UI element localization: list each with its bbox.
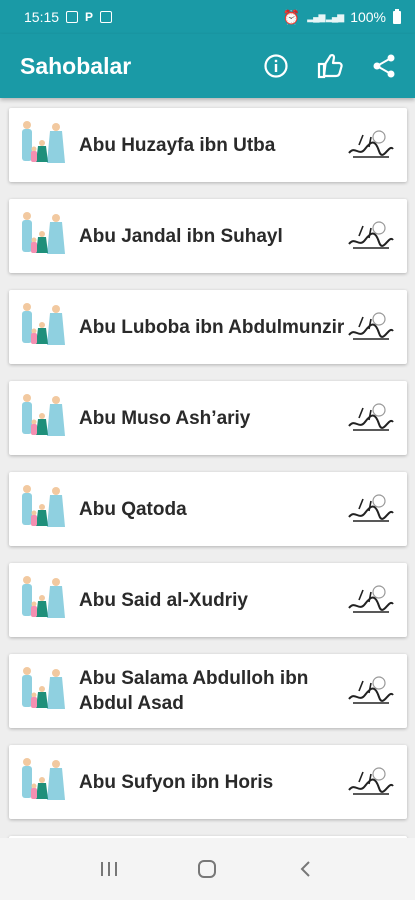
companion-name: Abu Qatoda xyxy=(79,498,187,520)
back-button[interactable] xyxy=(286,849,326,889)
info-button[interactable] xyxy=(261,51,291,81)
list-item[interactable]: Abu Qatoda xyxy=(9,472,407,546)
battery-percent: 100% xyxy=(350,9,386,25)
companion-name: Abu Salama Abdulloh ibn Abdul Asad xyxy=(79,668,309,714)
family-illustration-icon xyxy=(22,394,65,436)
list-item[interactable]: Abu Said al-Xudriy xyxy=(9,563,407,637)
family-illustration-icon xyxy=(22,667,65,709)
page-title: Sahobalar xyxy=(20,52,132,79)
companion-name: Abu Sufyon ibn Horis xyxy=(79,771,274,793)
alarm-icon: ⏰ xyxy=(282,8,301,25)
calligraphy-icon xyxy=(348,312,394,340)
status-right: ⏰ ▂▄▆ ▂▄▆ 100% xyxy=(282,8,401,26)
sahoba-list[interactable]: Abu Huzayfa ibn Utba Abu Jandal ibn Suha… xyxy=(0,98,415,838)
family-illustration-icon xyxy=(22,303,65,345)
list-item[interactable]: Abu Sufyon ibn Horis xyxy=(9,745,407,819)
family-illustration-icon xyxy=(22,576,65,618)
recent-apps-button[interactable] xyxy=(89,849,129,889)
signal-icon: ▂▄▆ ▂▄▆ xyxy=(307,11,344,22)
status-bar: 15:15 P ⏰ ▂▄▆ ▂▄▆ 100% xyxy=(0,0,415,34)
app-notification-icon xyxy=(100,11,113,23)
calligraphy-icon xyxy=(348,130,394,158)
gallery-notification-icon xyxy=(66,11,79,23)
share-button[interactable] xyxy=(369,51,399,81)
status-left: 15:15 P xyxy=(24,9,113,25)
list-item[interactable]: Abu Jandal ibn Suhayl xyxy=(9,199,407,273)
companion-name: Abu Said al-Xudriy xyxy=(79,589,248,611)
recent-apps-icon xyxy=(101,862,118,876)
app-actions xyxy=(261,51,399,81)
companion-name: Abu Huzayfa ibn Utba xyxy=(79,134,276,156)
system-nav-bar xyxy=(0,838,415,900)
family-illustration-icon xyxy=(22,212,65,254)
calligraphy-icon xyxy=(348,494,394,522)
status-time: 15:15 xyxy=(24,9,60,25)
list-item[interactable]: Abu Muso Ash’ariy xyxy=(9,381,407,455)
family-illustration-icon xyxy=(22,758,65,800)
battery-icon xyxy=(393,8,401,24)
back-icon xyxy=(300,861,310,877)
home-icon xyxy=(198,860,217,878)
list-item[interactable]: Abu Huzayfa ibn Utba xyxy=(9,108,407,182)
info-icon xyxy=(264,54,288,78)
share-icon xyxy=(373,54,395,78)
list-item[interactable]: Abu Luboba ibn Abdulmunzir xyxy=(9,290,407,364)
companion-name: Abu Luboba ibn Abdulmunzir xyxy=(79,316,345,338)
companion-name: Abu Muso Ash’ariy xyxy=(79,407,251,429)
family-illustration-icon xyxy=(22,485,65,527)
calligraphy-icon xyxy=(348,767,394,795)
parking-notification-icon: P xyxy=(85,10,94,24)
companion-name: Abu Jandal ibn Suhayl xyxy=(79,225,283,247)
calligraphy-icon xyxy=(348,403,394,431)
like-button[interactable] xyxy=(315,51,345,81)
family-illustration-icon xyxy=(22,121,65,163)
list-item[interactable]: Abu Salama Abdulloh ibn Abdul Asad xyxy=(9,654,407,728)
home-button[interactable] xyxy=(187,849,227,889)
thumbs-up-icon xyxy=(317,54,343,79)
calligraphy-icon xyxy=(348,585,394,613)
calligraphy-icon xyxy=(348,221,394,249)
calligraphy-icon xyxy=(348,676,394,704)
app-bar: Sahobalar xyxy=(0,34,415,98)
